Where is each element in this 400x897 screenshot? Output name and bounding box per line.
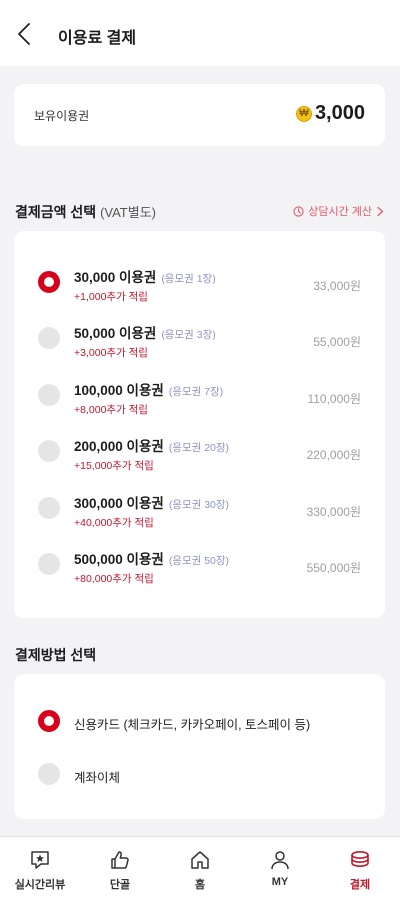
radio-unselected[interactable]: [38, 497, 60, 519]
payment-method-card: 신용카드 (체크카드, 카카오페이, 토스페이 등) 계좌이체: [14, 674, 385, 819]
bottom-tab-bar: 실시간리뷰 단골 홈 MY 결제: [0, 836, 400, 897]
thumbs-up-icon: [111, 851, 129, 869]
calc-time-link-label: 상담시간 계산: [308, 206, 372, 218]
amount-option[interactable]: 200,000 이용권 (응모권 20장) +15,000추가 적립 220,00…: [14, 434, 385, 480]
option-price: 55,000원: [313, 335, 361, 349]
option-title: 100,000 이용권 (응모권 7장): [74, 379, 223, 399]
calc-time-link[interactable]: 상담시간 계산: [293, 203, 385, 219]
option-price: 110,000원: [307, 392, 361, 406]
option-tickets: (응모권 3장): [161, 329, 216, 341]
amount-section-subtitle: (VAT별도): [100, 205, 156, 220]
amount-section-title: 결제금액 선택 (VAT별도): [15, 202, 156, 222]
option-price: 33,000원: [313, 279, 361, 293]
option-title-text: 30,000 이용권: [74, 270, 157, 285]
option-title: 30,000 이용권 (응모권 1장): [74, 266, 216, 286]
option-tickets: (응모권 7장): [168, 386, 224, 398]
radio-unselected[interactable]: [38, 327, 60, 349]
tab-home[interactable]: 홈: [160, 837, 240, 897]
option-tickets: (응모권 20장): [168, 442, 230, 454]
radio-unselected[interactable]: [38, 763, 60, 785]
tab-label: 단골: [109, 879, 131, 891]
tab-label: MY: [271, 876, 289, 888]
option-tickets: (응모권 30장): [168, 499, 230, 511]
method-section-title: 결제방법 선택: [15, 647, 97, 663]
method-label: 계좌이체: [74, 771, 121, 785]
option-bonus: +40,000추가 적립: [74, 517, 154, 529]
amount-option[interactable]: 500,000 이용권 (응모권 50장) +80,000추가 적립 550,00…: [14, 547, 385, 593]
tab-favorites[interactable]: 단골: [80, 837, 160, 897]
amount-option[interactable]: 100,000 이용권 (응모권 7장) +8,000추가 적립 110,000원: [14, 378, 385, 424]
option-bonus: +15,000추가 적립: [74, 460, 154, 472]
option-tickets: (응모권 1장): [161, 273, 216, 285]
radio-selected[interactable]: [38, 710, 60, 732]
tab-label: 결제: [349, 879, 371, 891]
option-bonus: +80,000추가 적립: [74, 573, 154, 585]
tab-label: 실시간리뷰: [14, 879, 66, 891]
coin-icon: ₩: [295, 105, 312, 122]
option-title: 500,000 이용권 (응모권 50장): [74, 548, 229, 568]
option-title: 50,000 이용권 (응모권 3장): [74, 322, 216, 342]
option-title-text: 300,000 이용권: [74, 496, 164, 511]
tab-my[interactable]: MY: [240, 837, 320, 897]
option-price: 330,000원: [306, 505, 361, 519]
clock-icon: [293, 205, 304, 217]
amount-section-title-text: 결제금액 선택: [15, 204, 97, 220]
option-bonus: +3,000추가 적립: [74, 347, 148, 359]
radio-unselected[interactable]: [38, 440, 60, 462]
method-label: 신용카드 (체크카드, 카카오페이, 토스페이 등): [74, 718, 311, 732]
tab-realtime-review[interactable]: 실시간리뷰: [0, 837, 80, 897]
page-title: 이용료 결제: [58, 30, 137, 47]
home-icon: [191, 851, 209, 869]
radio-selected[interactable]: [38, 271, 60, 293]
option-title: 200,000 이용권 (응모권 20장): [74, 435, 229, 455]
back-arrow-icon[interactable]: [14, 22, 36, 46]
app-header: 이용료 결제: [0, 0, 400, 66]
amount-option[interactable]: 300,000 이용권 (응모권 30장) +40,000추가 적립 330,00…: [14, 491, 385, 537]
tab-payment[interactable]: 결제: [320, 837, 400, 897]
option-bonus: +8,000추가 적립: [74, 404, 148, 416]
radio-unselected[interactable]: [38, 384, 60, 406]
review-star-icon: [31, 851, 49, 869]
tab-label: 홈: [194, 879, 206, 891]
payment-method-option[interactable]: 신용카드 (체크카드, 카카오페이, 토스페이 등): [14, 710, 385, 734]
coins-icon: [351, 850, 369, 868]
option-bonus: +1,000추가 적립: [74, 291, 148, 303]
amount-option[interactable]: 30,000 이용권 (응모권 1장) +1,000추가 적립 33,000원: [14, 265, 385, 311]
person-icon: [271, 851, 289, 870]
balance-card: 보유이용권 ₩ 3,000: [14, 84, 385, 146]
option-title: 300,000 이용권 (응모권 30장): [74, 492, 229, 512]
option-title-text: 500,000 이용권: [74, 552, 164, 567]
option-title-text: 200,000 이용권: [74, 439, 164, 454]
payment-method-option[interactable]: 계좌이체: [14, 763, 385, 787]
radio-unselected[interactable]: [38, 553, 60, 575]
balance-label: 보유이용권: [34, 109, 90, 123]
balance-value-group: ₩ 3,000: [295, 102, 365, 125]
option-price: 550,000원: [306, 561, 361, 575]
chevron-right-icon: [377, 206, 384, 216]
balance-value: 3,000: [314, 102, 365, 124]
amount-option[interactable]: 50,000 이용권 (응모권 3장) +3,000추가 적립 55,000원: [14, 321, 385, 367]
amount-options-card: 30,000 이용권 (응모권 1장) +1,000추가 적립 33,000원 5…: [14, 231, 385, 618]
option-title-text: 50,000 이용권: [74, 326, 157, 341]
option-price: 220,000원: [306, 448, 361, 462]
option-title-text: 100,000 이용권: [74, 383, 164, 398]
option-tickets: (응모권 50장): [168, 555, 230, 567]
